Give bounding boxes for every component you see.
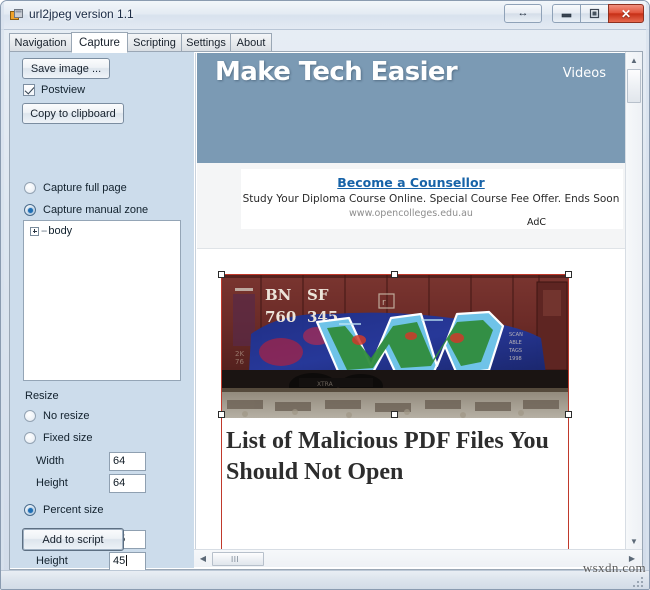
tab-settings[interactable]: Settings: [181, 33, 231, 52]
tree-item-body[interactable]: -- body: [30, 225, 72, 237]
tab-about[interactable]: About: [230, 33, 272, 52]
ad-description: Study Your Diploma Course Online. Specia…: [242, 193, 620, 205]
percent-height-label: Height: [36, 555, 68, 567]
tab-scripting[interactable]: Scripting: [127, 33, 182, 52]
horizontal-scroll-thumb[interactable]: III: [212, 552, 264, 566]
add-to-script-button[interactable]: Add to script: [22, 528, 124, 551]
radio-label-manual-zone: Capture manual zone: [43, 204, 149, 216]
fixed-height-label: Height: [36, 477, 68, 489]
save-image-button[interactable]: Save image ...: [22, 58, 110, 79]
radio-dot-no-resize[interactable]: [24, 410, 36, 422]
site-header-banner: Make Tech Easier Videos: [197, 53, 626, 163]
minimize-icon: [561, 13, 572, 18]
postview-checkbox[interactable]: [23, 84, 35, 96]
radio-percent-size[interactable]: Percent size: [24, 502, 104, 518]
capture-controls-panel: Save image ... Postview Copy to clipboar…: [10, 52, 194, 589]
fixed-height-input[interactable]: 64: [109, 474, 146, 493]
radio-dot-manual-zone[interactable]: [24, 204, 36, 216]
fixed-width-input[interactable]: 64: [109, 452, 146, 471]
plus-box-icon[interactable]: [30, 226, 39, 236]
tab-capture[interactable]: Capture: [71, 32, 128, 53]
radio-label-percent-size: Percent size: [43, 504, 104, 516]
app-window-icon: [10, 9, 23, 20]
capture-tab-page: Save image ... Postview Copy to clipboar…: [9, 52, 643, 589]
fixed-width-label: Width: [36, 455, 65, 467]
resize-arrows-icon: ↔: [517, 7, 529, 19]
tab-navigation[interactable]: Navigation: [9, 33, 72, 52]
selection-handle-top-center[interactable]: [391, 271, 398, 278]
percent-height-input[interactable]: 45: [109, 552, 146, 571]
text-caret: [126, 555, 128, 566]
selection-handle-top-left[interactable]: [218, 271, 225, 278]
postview-label: Postview: [41, 84, 86, 96]
radio-dot-fixed-size[interactable]: [24, 432, 36, 444]
advertisement-region: Become a Counsellor Study Your Diploma C…: [197, 163, 626, 249]
selection-handle-mid-center[interactable]: [391, 411, 398, 418]
rendered-web-page[interactable]: Make Tech Easier Videos Become a Counsel…: [195, 53, 626, 549]
close-icon: ✕: [620, 6, 632, 21]
ad-choices-label[interactable]: AdC: [527, 217, 546, 228]
selection-handle-mid-left[interactable]: [218, 411, 225, 418]
copy-to-clipboard-button[interactable]: Copy to clipboard: [22, 103, 124, 124]
minimize-button[interactable]: [552, 4, 581, 23]
ad-box[interactable]: Become a Counsellor Study Your Diploma C…: [241, 169, 623, 229]
radio-fixed-size[interactable]: Fixed size: [24, 430, 93, 446]
close-button[interactable]: ✕: [608, 4, 644, 23]
title-bar[interactable]: url2jpeg version 1.1 ↔ ✕: [1, 1, 649, 30]
percent-height-row: Height 45: [10, 552, 194, 572]
window-title: url2jpeg version 1.1: [29, 7, 134, 21]
nav-link-videos[interactable]: Videos: [563, 66, 606, 81]
watermark: wsxdn.com: [582, 560, 646, 575]
ad-title-link[interactable]: Become a Counsellor: [241, 175, 581, 190]
radio-label-fixed-size: Fixed size: [43, 432, 93, 444]
radio-no-resize[interactable]: No resize: [24, 408, 89, 424]
radio-dot-percent-size[interactable]: [24, 504, 36, 516]
selection-handle-mid-right[interactable]: [565, 411, 572, 418]
web-preview-pane[interactable]: Make Tech Easier Videos Become a Counsel…: [194, 52, 642, 568]
application-window: url2jpeg version 1.1 ↔ ✕ Navigation Capt…: [0, 0, 650, 590]
vertical-scroll-thumb[interactable]: [627, 69, 641, 103]
selection-handle-top-right[interactable]: [565, 271, 572, 278]
radio-capture-manual-zone[interactable]: Capture manual zone: [24, 202, 148, 218]
scroll-thumb-grip: III: [231, 555, 240, 564]
preview-horizontal-scrollbar[interactable]: ◀ III ▶: [194, 549, 642, 567]
radio-dot-full-page[interactable]: [24, 182, 36, 194]
scroll-left-arrow-icon[interactable]: ◀: [195, 550, 211, 567]
tree-connector: --: [41, 225, 47, 237]
resize-help-button[interactable]: ↔: [504, 4, 542, 23]
postview-checkbox-row[interactable]: Postview: [23, 82, 85, 98]
dom-tree-view[interactable]: -- body: [23, 220, 181, 381]
radio-label-no-resize: No resize: [43, 410, 90, 422]
article-heading[interactable]: List of Malicious PDF Files You Should N…: [226, 426, 562, 488]
preview-vertical-scrollbar[interactable]: ▲ ▼: [625, 52, 642, 549]
maximize-button[interactable]: [580, 4, 609, 23]
window-status-strip: [1, 570, 649, 589]
scroll-down-arrow-icon[interactable]: ▼: [626, 533, 642, 549]
fixed-width-row: Width 64: [10, 452, 194, 472]
tab-bar: Navigation Capture Scripting Settings Ab…: [9, 32, 643, 53]
fixed-height-row: Height 64: [10, 474, 194, 494]
scroll-up-arrow-icon[interactable]: ▲: [626, 52, 642, 68]
resize-group-caption: Resize: [25, 390, 59, 402]
radio-label-full-page: Capture full page: [43, 182, 127, 194]
tree-item-label: body: [48, 225, 73, 237]
radio-capture-full-page[interactable]: Capture full page: [24, 180, 127, 196]
maximize-icon: [589, 8, 600, 19]
site-title: Make Tech Easier: [215, 57, 458, 87]
resize-grip-icon[interactable]: [631, 577, 645, 589]
